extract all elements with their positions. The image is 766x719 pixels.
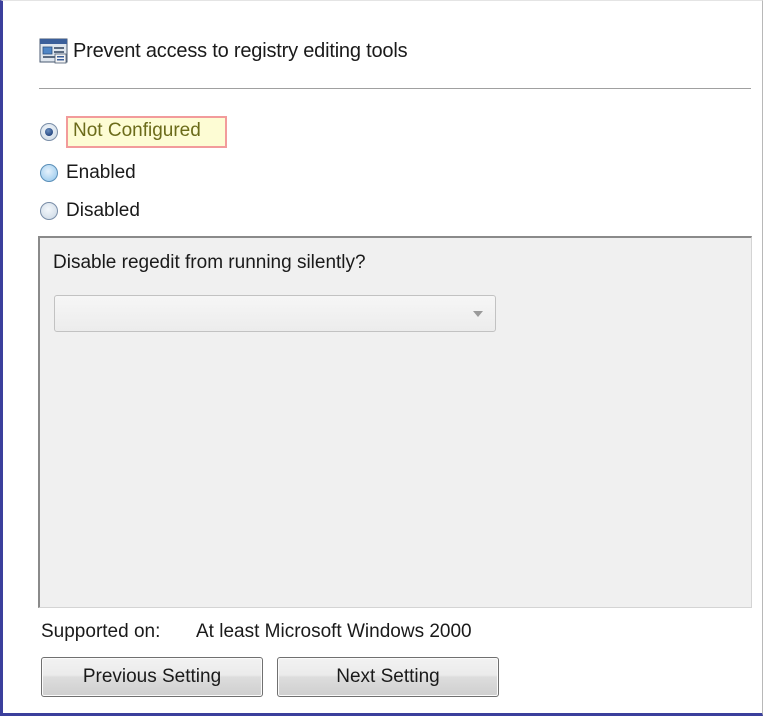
supported-on-value: At least Microsoft Windows 2000: [196, 621, 472, 642]
radio-not-configured[interactable]: Not Configured: [40, 116, 227, 148]
header-divider: [39, 88, 751, 89]
previous-setting-button[interactable]: Previous Setting: [41, 657, 263, 697]
radio-disabled-button[interactable]: [40, 202, 58, 220]
supported-on-label: Supported on:: [41, 621, 161, 642]
next-setting-button[interactable]: Next Setting: [277, 657, 499, 697]
silent-regedit-dropdown[interactable]: [54, 295, 496, 332]
options-panel: Disable regedit from running silently?: [38, 236, 752, 608]
policy-setting-icon: [39, 37, 69, 65]
options-question-label: Disable regedit from running silently?: [53, 252, 366, 273]
radio-disabled[interactable]: Disabled: [40, 195, 140, 227]
radio-enabled[interactable]: Enabled: [40, 157, 136, 189]
policy-title: Prevent access to registry editing tools: [73, 39, 408, 62]
radio-not-configured-label: Not Configured: [66, 116, 227, 148]
radio-enabled-button[interactable]: [40, 164, 58, 182]
supported-on: Supported on: At least Microsoft Windows…: [41, 621, 472, 643]
chevron-down-icon[interactable]: [473, 311, 483, 317]
radio-enabled-label: Enabled: [66, 162, 136, 183]
policy-header: Prevent access to registry editing tools: [39, 34, 408, 68]
policy-dialog: Prevent access to registry editing tools…: [0, 0, 763, 716]
radio-disabled-label: Disabled: [66, 200, 140, 221]
radio-not-configured-button[interactable]: [40, 123, 58, 141]
